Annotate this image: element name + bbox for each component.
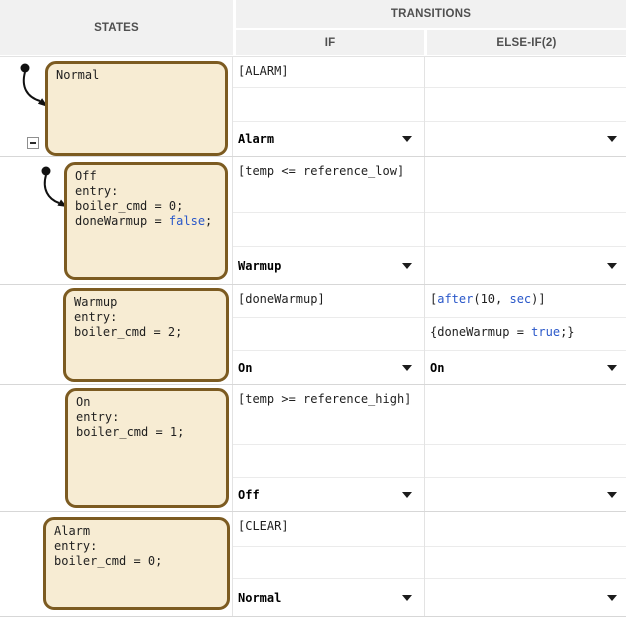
if-cell: [doneWarmup] On <box>233 285 425 384</box>
elseif-destination-dropdown[interactable] <box>425 247 626 284</box>
table-row-off: Off entry:boiler_cmd = 0;doneWarmup = fa… <box>0 157 626 285</box>
if-action-cell[interactable] <box>233 88 424 122</box>
destination-label: Alarm <box>238 132 274 146</box>
if-condition-cell[interactable]: [temp >= reference_high] <box>233 385 424 445</box>
state-box-warmup[interactable]: Warmup entry:boiler_cmd = 2; <box>63 288 229 382</box>
if-action-cell[interactable] <box>233 445 424 478</box>
table-row-on: On entry:boiler_cmd = 1; [temp >= refere… <box>0 385 626 512</box>
state-title: Warmup <box>74 295 218 310</box>
if-condition-cell[interactable]: [doneWarmup] <box>233 285 424 318</box>
triangle-down-icon[interactable] <box>402 492 412 498</box>
triangle-down-icon[interactable] <box>607 365 617 371</box>
elseif-condition-cell[interactable] <box>425 57 626 88</box>
states-column-header: STATES <box>0 0 233 55</box>
destination-label: Normal <box>238 591 281 605</box>
transitions-column-header: TRANSITIONS <box>236 0 626 28</box>
elseif-cell <box>425 57 626 156</box>
destination-label: Off <box>238 488 260 502</box>
if-condition-cell[interactable]: [temp <= reference_low] <box>233 157 424 213</box>
if-cell: [ALARM] Alarm <box>233 57 425 156</box>
if-condition-cell[interactable]: [CLEAR] <box>233 512 424 547</box>
if-destination-dropdown[interactable]: Warmup <box>233 247 424 284</box>
destination-label: On <box>430 361 444 375</box>
elseif-action-cell[interactable] <box>425 445 626 478</box>
elseif-destination-dropdown[interactable] <box>425 478 626 511</box>
if-action-cell[interactable] <box>233 318 424 351</box>
triangle-down-icon[interactable] <box>607 492 617 498</box>
triangle-down-icon[interactable] <box>402 595 412 601</box>
elseif-action-cell[interactable]: {doneWarmup = true;} <box>425 318 626 351</box>
elseif-action-cell[interactable] <box>425 88 626 122</box>
if-column-header: IF <box>236 30 424 55</box>
elseif-column-header: ELSE-IF(2) <box>427 30 626 55</box>
state-title: Alarm <box>54 524 219 539</box>
elseif-header-label: ELSE-IF(2) <box>496 37 556 49</box>
elseif-cell <box>425 157 626 284</box>
table-row-warmup: Warmup entry:boiler_cmd = 2; [doneWarmup… <box>0 285 626 385</box>
triangle-down-icon[interactable] <box>402 365 412 371</box>
table-row-alarm: Alarm entry:boiler_cmd = 0; [CLEAR] Norm… <box>0 512 626 617</box>
state-code: entry:boiler_cmd = 0;doneWarmup = false; <box>75 184 217 229</box>
triangle-down-icon[interactable] <box>607 263 617 269</box>
triangle-down-icon[interactable] <box>402 136 412 142</box>
elseif-cell <box>425 512 626 616</box>
if-header-label: IF <box>325 37 336 49</box>
if-destination-dropdown[interactable]: Normal <box>233 579 424 616</box>
state-box-off[interactable]: Off entry:boiler_cmd = 0;doneWarmup = fa… <box>64 162 228 280</box>
if-cell: [temp <= reference_low] Warmup <box>233 157 425 284</box>
elseif-cell: [after(10, sec)] {doneWarmup = true;} On <box>425 285 626 384</box>
state-code: entry:boiler_cmd = 0; <box>54 539 219 569</box>
states-header-label: STATES <box>94 22 139 34</box>
elseif-destination-dropdown[interactable] <box>425 122 626 156</box>
elseif-destination-dropdown[interactable]: On <box>425 351 626 384</box>
states-cell: Warmup entry:boiler_cmd = 2; <box>0 285 233 384</box>
collapse-minus-box-icon[interactable] <box>27 137 39 149</box>
state-box-alarm[interactable]: Alarm entry:boiler_cmd = 0; <box>43 517 230 610</box>
states-cell: On entry:boiler_cmd = 1; <box>0 385 233 511</box>
if-destination-dropdown[interactable]: Off <box>233 478 424 511</box>
state-title: On <box>76 395 218 410</box>
state-transition-table: STATES TRANSITIONS IF ELSE-IF(2) Normal … <box>0 0 626 626</box>
elseif-condition-cell[interactable] <box>425 157 626 213</box>
elseif-condition-cell[interactable] <box>425 512 626 547</box>
elseif-condition-cell[interactable]: [after(10, sec)] <box>425 285 626 318</box>
elseif-action-cell[interactable] <box>425 547 626 579</box>
table-row-normal: Normal [ALARM] Alarm <box>0 56 626 157</box>
elseif-destination-dropdown[interactable] <box>425 579 626 616</box>
if-condition-cell[interactable]: [ALARM] <box>233 57 424 88</box>
triangle-down-icon[interactable] <box>607 595 617 601</box>
if-cell: [CLEAR] Normal <box>233 512 425 616</box>
if-cell: [temp >= reference_high] Off <box>233 385 425 511</box>
if-action-cell[interactable] <box>233 213 424 247</box>
elseif-cell <box>425 385 626 511</box>
state-box-normal[interactable]: Normal <box>45 61 228 156</box>
if-action-cell[interactable] <box>233 547 424 579</box>
destination-label: On <box>238 361 252 375</box>
states-cell: Off entry:boiler_cmd = 0;doneWarmup = fa… <box>0 157 233 284</box>
if-destination-dropdown[interactable]: On <box>233 351 424 384</box>
state-box-on[interactable]: On entry:boiler_cmd = 1; <box>65 388 229 508</box>
state-code: entry:boiler_cmd = 2; <box>74 310 218 340</box>
elseif-condition-cell[interactable] <box>425 385 626 445</box>
state-title: Off <box>75 169 217 184</box>
states-cell: Alarm entry:boiler_cmd = 0; <box>0 512 233 616</box>
triangle-down-icon[interactable] <box>402 263 412 269</box>
triangle-down-icon[interactable] <box>607 136 617 142</box>
state-code: entry:boiler_cmd = 1; <box>76 410 218 440</box>
destination-label: Warmup <box>238 259 281 273</box>
if-destination-dropdown[interactable]: Alarm <box>233 122 424 156</box>
elseif-action-cell[interactable] <box>425 213 626 247</box>
transitions-header-label: TRANSITIONS <box>391 8 471 20</box>
state-title: Normal <box>56 68 217 83</box>
